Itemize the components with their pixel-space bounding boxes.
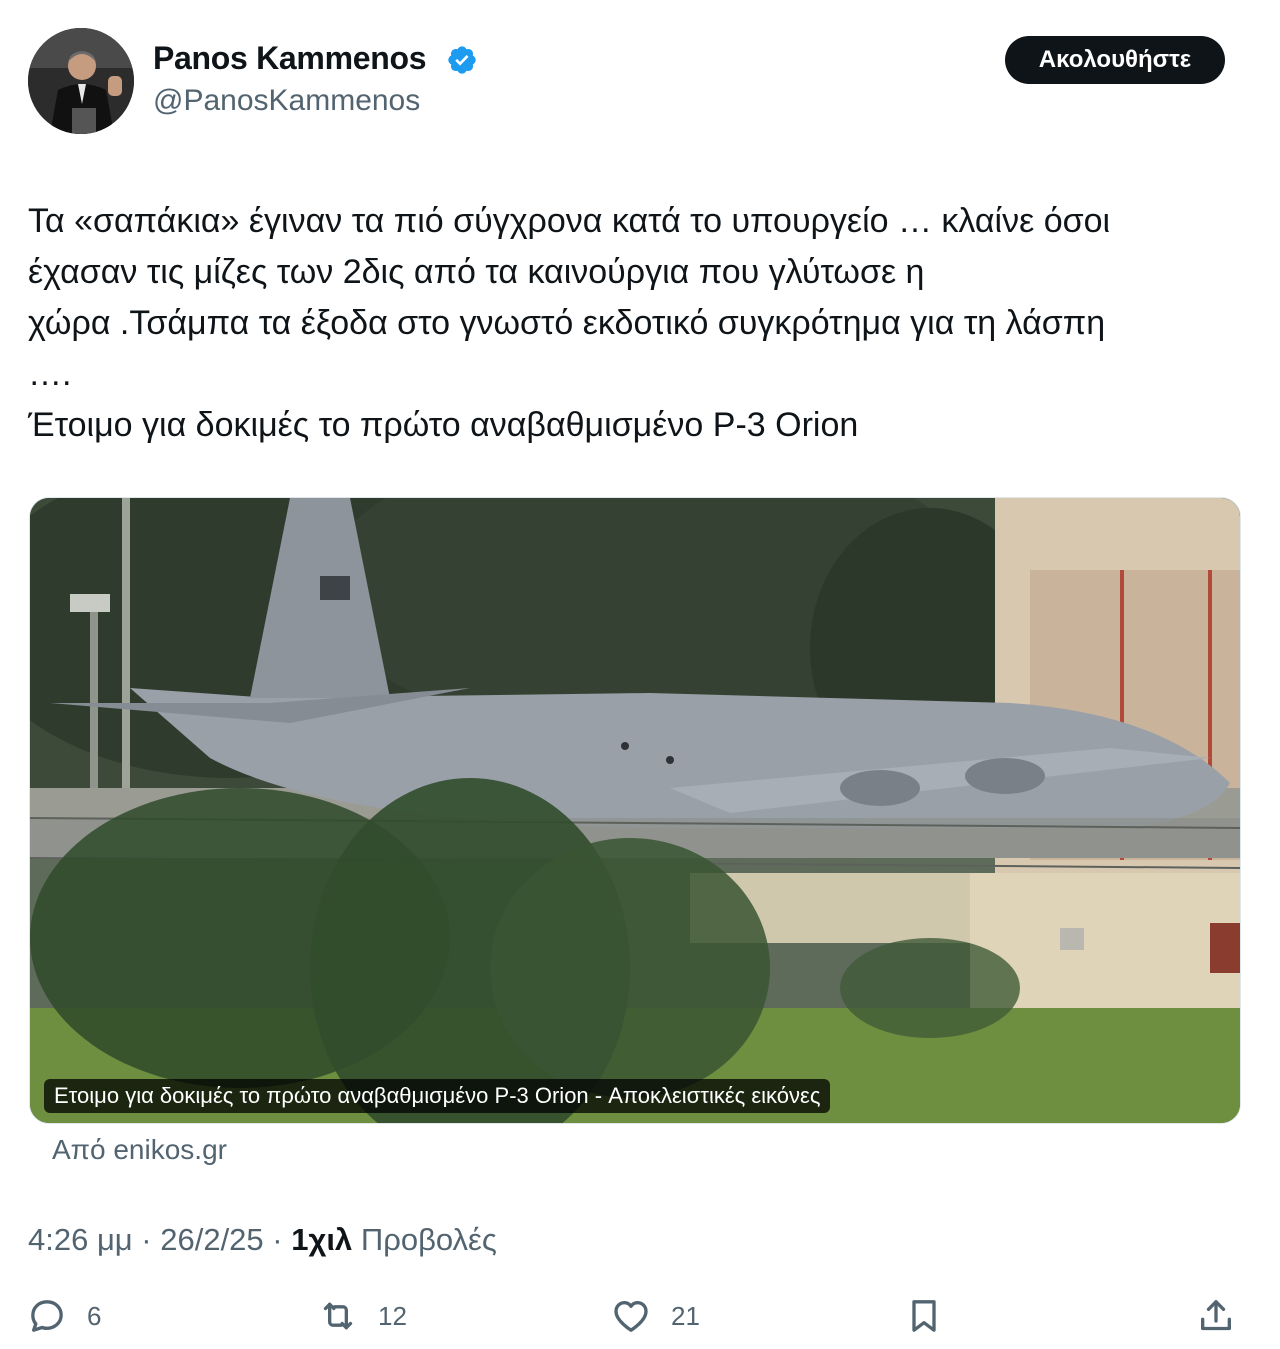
views-label: Προβολές [360,1222,497,1257]
heart-icon [614,1301,648,1332]
tweet-meta: 4:26 μμ · 26/2/25 · 1χιλ Προβολές [28,1222,497,1258]
like-count: 21 [671,1300,700,1331]
repost-button[interactable]: 12 [318,1288,407,1344]
meta-separator: · [132,1222,161,1257]
author-avatar[interactable] [28,28,134,134]
link-card[interactable]: Ετοιμο για δοκιμές το πρώτο αναβαθμισμέν… [29,497,1241,1124]
follow-button[interactable]: Ακολουθήστε [1005,36,1225,84]
card-source-link[interactable]: Από enikos.gr [52,1134,227,1166]
tweet-date[interactable]: 26/2/25 [160,1222,263,1257]
tweet-text-line: Έτοιμο για δοκιμές το πρώτο αναβαθμισμέν… [28,406,859,444]
reply-button[interactable]: 6 [27,1288,101,1344]
person-avatar-icon [28,28,134,134]
bookmark-button[interactable] [904,1288,944,1344]
tweet-text-line: χώρα .Τσάμπα τα έξοδα στο γνωστό εκδοτικ… [28,304,1106,342]
verified-badge-icon [448,46,476,74]
reply-icon [31,1300,63,1332]
tweet-time[interactable]: 4:26 μμ [28,1222,133,1257]
bookmark-icon [912,1300,936,1332]
tweet-text-line: έχασαν τις μίζες των 2δις από τα καινούρ… [28,253,925,291]
author-handle[interactable]: @PanosKammenos [153,84,420,118]
repost-icon [323,1302,353,1330]
reply-count: 6 [87,1300,102,1331]
views-count: 1χιλ [291,1222,353,1257]
card-caption: Ετοιμο για δοκιμές το πρώτο αναβαθμισμέν… [44,1079,831,1113]
author-name[interactable]: Panos Kammenos [153,40,427,77]
repost-count: 12 [378,1300,407,1331]
meta-separator: · [263,1222,292,1257]
action-bar: 6 12 21 [0,1288,1280,1344]
aircraft-photo-image [30,498,1240,1123]
tweet-text-line: Τα «σαπάκια» έγιναν τα πιό σύγχρονα κατά… [28,202,1111,240]
tweet-text: Τα «σαπάκια» έγιναν τα πιό σύγχρονα κατά… [28,196,1258,451]
tweet-text-line: …. [28,355,72,393]
share-button[interactable] [1196,1288,1236,1344]
like-button[interactable]: 21 [611,1288,700,1344]
share-icon [1201,1300,1231,1331]
